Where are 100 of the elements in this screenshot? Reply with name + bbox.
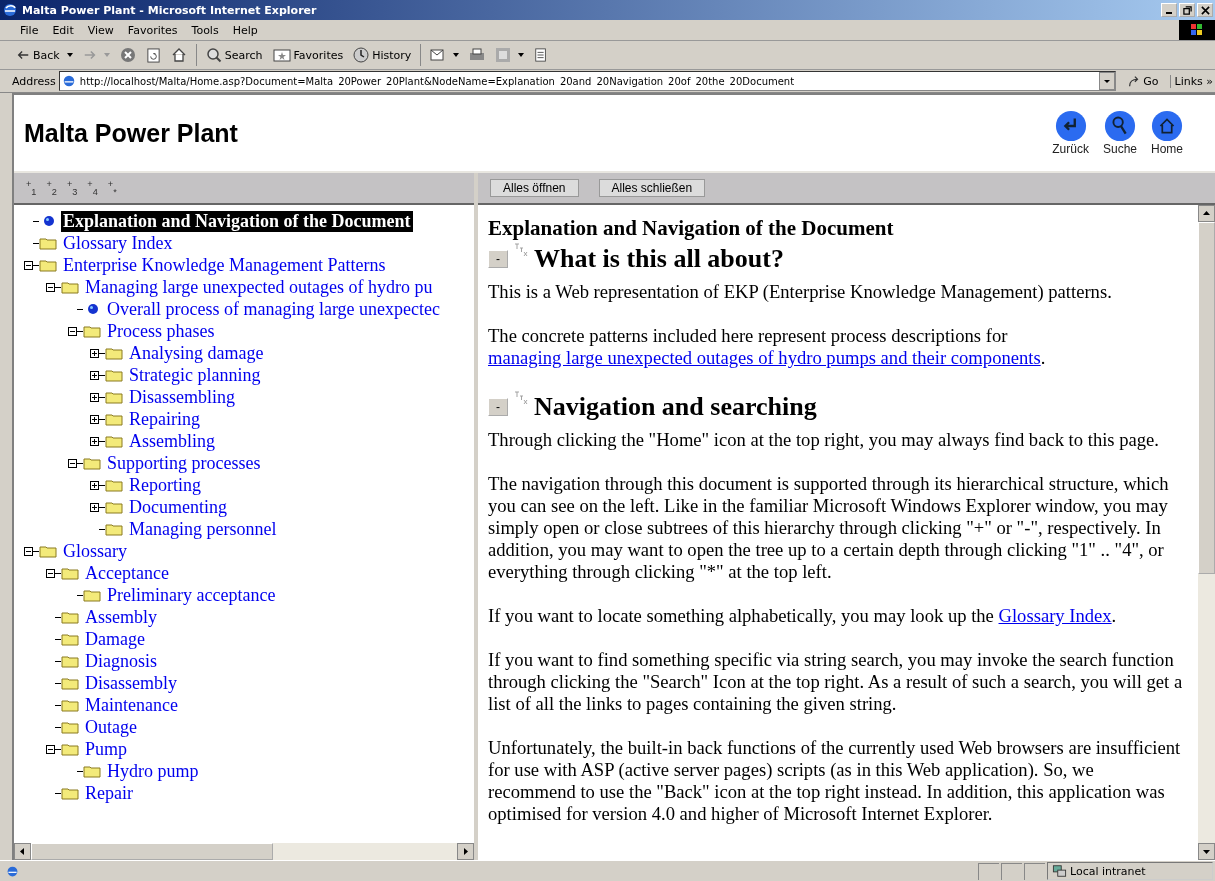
paragraph: This is a Web representation of EKP (Enterprise Knowledge Management) patterns. (488, 281, 1113, 303)
dropdown-button[interactable] (1099, 72, 1116, 90)
menu-item[interactable]: File (14, 23, 45, 37)
tree-item[interactable]: Disassembly (83, 672, 179, 694)
favorites-button[interactable]: Favorites (268, 46, 348, 64)
tree-item[interactable]: Analysing damage (127, 342, 266, 364)
document-icon (534, 47, 549, 63)
folder-icon (61, 698, 79, 712)
expand-toggle[interactable] (90, 436, 99, 446)
scroll-thumb[interactable] (1198, 222, 1215, 574)
expand-toggle[interactable] (90, 392, 99, 402)
page-icon (6, 864, 19, 878)
expand-toggle[interactable] (90, 480, 99, 490)
collapse-toggle[interactable] (24, 260, 33, 270)
home-icon (170, 47, 187, 63)
status-panel (1024, 862, 1045, 880)
links-button[interactable]: Links » (1169, 74, 1213, 88)
paragraph: The concrete patterns included here represent process descriptions for managing large unexpected outages of hydro pumps and their components. (488, 325, 1047, 369)
tree-item[interactable]: Acceptance (83, 562, 171, 584)
search-nav-button[interactable]: Suche (1098, 110, 1141, 156)
collapse-toggle[interactable] (24, 546, 33, 556)
folder-icon (105, 412, 123, 426)
tree-item[interactable]: Strategic planning (127, 364, 263, 386)
tree-item[interactable]: Repair (83, 782, 135, 804)
scroll-up-button[interactable] (1198, 205, 1215, 222)
search-button[interactable]: Search (201, 45, 267, 65)
tree-item[interactable]: Assembling (127, 430, 217, 452)
tree-item[interactable]: Glossary Index (61, 232, 175, 254)
folder-icon (61, 280, 79, 294)
tree-item[interactable]: Assembly (83, 606, 159, 628)
tree-item[interactable]: Managing personnel (127, 518, 279, 540)
expand-toggle[interactable] (90, 502, 99, 512)
collapse-toggle[interactable] (68, 458, 77, 468)
stop-icon (119, 47, 136, 63)
link[interactable]: Glossary Index (998, 605, 1112, 626)
tree-item[interactable]: Hydro pump (105, 760, 201, 782)
tree-item[interactable]: Overall process of managing large unexpectec (105, 298, 443, 320)
refresh-icon (145, 47, 161, 63)
tree-item[interactable]: Pump (83, 738, 129, 760)
menu-item[interactable]: Favorites (121, 23, 184, 37)
tree-item[interactable]: Process phases (105, 320, 217, 342)
back-nav-button[interactable]: Zurück (1048, 110, 1093, 156)
link[interactable]: managing large unexpected outages of hydro pumps and their components (488, 347, 1041, 368)
caret-icon (66, 53, 73, 57)
collapse-button[interactable]: - (488, 398, 508, 416)
close-icon (1200, 5, 1210, 15)
tree-item[interactable]: Diagnosis (83, 650, 159, 672)
expand-toggle[interactable] (90, 414, 99, 424)
folder-icon (105, 368, 123, 382)
page-title: Malta Power Plant (24, 118, 238, 148)
scroll-down-button[interactable] (1198, 843, 1215, 860)
menu-item[interactable]: View (81, 23, 120, 37)
folder-icon (83, 588, 101, 602)
tree-item[interactable]: Repairing (127, 408, 202, 430)
home-nav-button[interactable]: Home (1147, 110, 1187, 156)
address-field[interactable]: http://localhost/Malta/Home.asp?Document=Malta_20Power_20Plant&NodeName=Explanation_20and_20Navigation_20of_20the_20Document (58, 71, 1117, 91)
tree-item[interactable]: Outage (83, 716, 139, 738)
tree-item[interactable]: Damage (83, 628, 147, 650)
folder-icon (83, 324, 101, 338)
tree-item[interactable]: Reporting (127, 474, 203, 496)
menu-item[interactable]: Tools (185, 23, 225, 37)
tree-item[interactable]: Managing large unexpected outages of hydro pu (83, 276, 435, 298)
tree-item[interactable]: Supporting processes (105, 452, 263, 474)
collapse-toggle[interactable] (46, 744, 55, 754)
tree-item[interactable]: Glossary (61, 540, 129, 562)
tree-item[interactable]: Maintenance (83, 694, 180, 716)
collapse-button[interactable]: - (488, 250, 508, 268)
tree-item[interactable]: Disassembling (127, 386, 237, 408)
folder-icon (61, 566, 79, 580)
collapse-toggle[interactable] (46, 568, 55, 578)
tree-action-button[interactable]: Alles öffnen (490, 179, 579, 197)
minimize-button[interactable] (1161, 3, 1177, 17)
tree-item[interactable]: Preliminary acceptance (105, 584, 278, 606)
back-button[interactable]: Back (12, 46, 77, 64)
collapse-toggle[interactable] (46, 282, 55, 292)
menu-item[interactable]: Help (226, 23, 264, 37)
go-button[interactable]: Go (1119, 74, 1167, 88)
section-heading: Navigation and searching (534, 391, 817, 423)
scroll-thumb[interactable] (31, 843, 273, 860)
restore-button[interactable] (1179, 3, 1195, 17)
tree-action-button[interactable]: Alles schließen (598, 179, 706, 197)
scroll-right-button[interactable] (457, 843, 474, 860)
text-format-icon (514, 243, 528, 257)
paragraph: Through clicking the "Home" icon at the top right, you may always find back to this page. (488, 429, 1160, 451)
text-format-icon (514, 391, 528, 405)
expand-toggle[interactable] (90, 348, 99, 358)
close-button[interactable] (1197, 3, 1213, 17)
folder-icon (105, 390, 123, 404)
menu-item[interactable]: Edit (46, 23, 80, 37)
magnifier-icon (1103, 110, 1136, 142)
tree-item[interactable]: Enterprise Knowledge Management Patterns (61, 254, 388, 276)
scroll-left-button[interactable] (14, 843, 31, 860)
history-button[interactable]: History (349, 45, 416, 65)
expand-toggle[interactable] (90, 370, 99, 380)
paragraph: The navigation through this document is supported through its hierarchical structure, which you can see on the left. Like in the familiar Microsoft Windows Explorer window, you may simply open or close subtrees of this hierarchy through clicking "+" or "-", respectively. In addition, you may want to open the tree up to a certain depth through clicking "1" .. "4", or everything through clicking "*" at the top left. (488, 473, 1170, 583)
forward-arrow-icon (82, 48, 97, 62)
paragraph: If you want to find something specific via string search, you may invoke the search function through clicking the "Search" Icon at the top right. As a result of such a search, you will get a list of all the links to pages containing the given string. (488, 649, 1184, 715)
tree-item[interactable]: Documenting (127, 496, 229, 518)
tree-item[interactable]: Explanation and Navigation of the Document (61, 210, 413, 232)
collapse-toggle[interactable] (68, 326, 77, 336)
